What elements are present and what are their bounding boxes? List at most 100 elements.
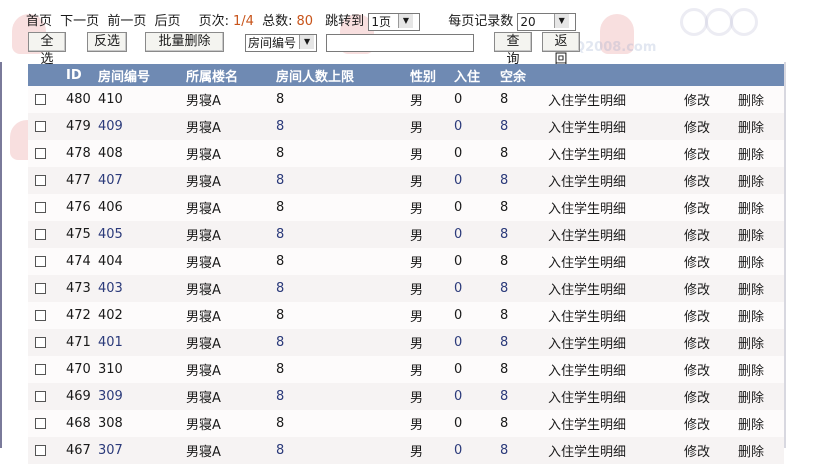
edit-link[interactable]: 修改	[684, 283, 710, 298]
table-row: 469 309 男寝A 8 男 0 8 入住学生明细 修改 删除	[28, 383, 784, 410]
delete-link[interactable]: 删除	[738, 310, 764, 325]
edit-link[interactable]: 修改	[684, 391, 710, 406]
row-checkbox[interactable]	[35, 283, 46, 294]
detail-link[interactable]: 入住学生明细	[548, 121, 626, 136]
edit-link[interactable]: 修改	[684, 256, 710, 271]
cell-capacity: 8	[276, 329, 410, 356]
row-checkbox[interactable]	[35, 445, 46, 456]
edit-link[interactable]: 修改	[684, 364, 710, 379]
cell-occupied: 0	[454, 275, 500, 302]
edit-link[interactable]: 修改	[684, 94, 710, 109]
room-table: ID 房间编号 所属楼名 房间人数上限 性别 入住 空余 480 410 男寝A 8 男…	[28, 64, 784, 464]
table-row: 478 408 男寝A 8 男 0 8 入住学生明细 修改 删除	[28, 140, 784, 167]
cell-vacant: 8	[500, 329, 548, 356]
edit-link[interactable]: 修改	[684, 337, 710, 352]
delete-link[interactable]: 删除	[738, 202, 764, 217]
back-button[interactable]: 返回	[542, 32, 580, 67]
row-checkbox[interactable]	[35, 121, 46, 132]
table-row: 470 310 男寝A 8 男 0 8 入住学生明细 修改 删除	[28, 356, 784, 383]
search-input[interactable]	[326, 34, 474, 52]
invert-selection-button[interactable]: 反选	[87, 32, 127, 52]
row-checkbox[interactable]	[35, 202, 46, 213]
cell-capacity: 8	[276, 248, 410, 275]
detail-link[interactable]: 入住学生明细	[548, 229, 626, 244]
prev-page-link[interactable]: 前一页	[107, 14, 146, 29]
cell-capacity: 8	[276, 167, 410, 194]
detail-link[interactable]: 入住学生明细	[548, 148, 626, 163]
goto-page-select[interactable]: 1页 ▼	[368, 12, 420, 31]
delete-link[interactable]: 删除	[738, 256, 764, 271]
cell-room-number: 310	[98, 356, 186, 383]
detail-link[interactable]: 入住学生明细	[548, 418, 626, 433]
cell-building: 男寝A	[186, 383, 276, 410]
cell-id: 476	[66, 194, 98, 221]
row-checkbox[interactable]	[35, 337, 46, 348]
row-checkbox[interactable]	[35, 310, 46, 321]
edit-link[interactable]: 修改	[684, 175, 710, 190]
row-checkbox-cell	[28, 383, 66, 410]
batch-delete-button[interactable]: 批量删除	[145, 32, 224, 52]
table-row: 468 308 男寝A 8 男 0 8 入住学生明细 修改 删除	[28, 410, 784, 437]
delete-link[interactable]: 删除	[738, 229, 764, 244]
cell-vacant: 8	[500, 275, 548, 302]
detail-link[interactable]: 入住学生明细	[548, 256, 626, 271]
watermark-ring-icon	[705, 8, 733, 36]
delete-link[interactable]: 删除	[738, 121, 764, 136]
cell-gender: 男	[410, 329, 454, 356]
cell-room-number: 402	[98, 302, 186, 329]
row-checkbox[interactable]	[35, 148, 46, 159]
edit-link[interactable]: 修改	[684, 310, 710, 325]
edit-link[interactable]: 修改	[684, 121, 710, 136]
detail-link[interactable]: 入住学生明细	[548, 364, 626, 379]
query-button[interactable]: 查询	[494, 32, 532, 67]
detail-link[interactable]: 入住学生明细	[548, 283, 626, 298]
row-checkbox[interactable]	[35, 256, 46, 267]
detail-link[interactable]: 入住学生明细	[548, 310, 626, 325]
edit-link[interactable]: 修改	[684, 445, 710, 460]
delete-link[interactable]: 删除	[738, 418, 764, 433]
chevron-down-icon: ▼	[553, 13, 569, 28]
cell-building: 男寝A	[186, 140, 276, 167]
delete-link[interactable]: 删除	[738, 337, 764, 352]
cell-building: 男寝A	[186, 275, 276, 302]
detail-link[interactable]: 入住学生明细	[548, 337, 626, 352]
first-page-link[interactable]: 首页	[26, 14, 52, 29]
cell-occupied: 0	[454, 248, 500, 275]
edit-link[interactable]: 修改	[684, 229, 710, 244]
next-page-link[interactable]: 下一页	[60, 14, 99, 29]
select-all-button[interactable]: 全选	[28, 32, 66, 67]
row-checkbox[interactable]	[35, 418, 46, 429]
detail-link[interactable]: 入住学生明细	[548, 202, 626, 217]
cell-room-number: 407	[98, 167, 186, 194]
row-checkbox[interactable]	[35, 391, 46, 402]
row-checkbox[interactable]	[35, 229, 46, 240]
row-checkbox[interactable]	[35, 94, 46, 105]
goto-page-value: 1页	[371, 14, 391, 29]
edit-link[interactable]: 修改	[684, 418, 710, 433]
header-detail-col	[548, 64, 684, 86]
row-checkbox[interactable]	[35, 364, 46, 375]
detail-link[interactable]: 入住学生明细	[548, 94, 626, 109]
cell-id: 474	[66, 248, 98, 275]
cell-gender: 男	[410, 248, 454, 275]
delete-link[interactable]: 删除	[738, 445, 764, 460]
delete-link[interactable]: 删除	[738, 175, 764, 190]
cell-id: 471	[66, 329, 98, 356]
per-page-select[interactable]: 20 ▼	[517, 12, 576, 31]
delete-link[interactable]: 删除	[738, 148, 764, 163]
search-field-select[interactable]: 房间编号 ▼	[245, 34, 318, 52]
delete-link[interactable]: 删除	[738, 391, 764, 406]
last-page-link[interactable]: 后页	[154, 14, 180, 29]
delete-link[interactable]: 删除	[738, 283, 764, 298]
delete-link[interactable]: 删除	[738, 94, 764, 109]
cell-building: 男寝A	[186, 86, 276, 113]
detail-link[interactable]: 入住学生明细	[548, 175, 626, 190]
edit-link[interactable]: 修改	[684, 202, 710, 217]
delete-link[interactable]: 删除	[738, 364, 764, 379]
edit-link[interactable]: 修改	[684, 148, 710, 163]
cell-building: 男寝A	[186, 194, 276, 221]
table-row: 467 307 男寝A 8 男 0 8 入住学生明细 修改 删除	[28, 437, 784, 464]
detail-link[interactable]: 入住学生明细	[548, 445, 626, 460]
detail-link[interactable]: 入住学生明细	[548, 391, 626, 406]
row-checkbox[interactable]	[35, 175, 46, 186]
